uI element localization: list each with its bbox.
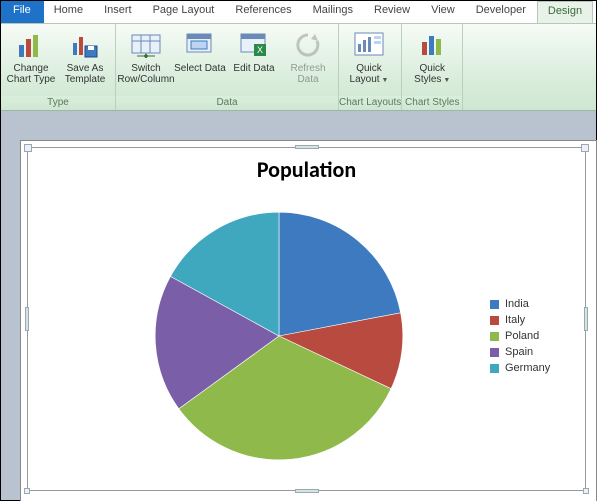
quick-layout-button[interactable]: Quick Layout▼	[343, 26, 395, 86]
save-as-template-button[interactable]: Save As Template	[59, 26, 111, 85]
edit-data-label: Edit Data	[233, 63, 274, 74]
tab-page-layout[interactable]: Page Layout	[143, 1, 226, 23]
ribbon-group-chart-styles: Quick Styles▼ Chart Styles	[402, 24, 463, 110]
edit-data-icon: X	[238, 29, 270, 61]
group-label-type: Type	[1, 96, 115, 110]
chevron-down-icon: ▼	[382, 77, 389, 84]
quick-styles-icon	[416, 29, 448, 61]
switch-row-column-button[interactable]: Switch Row/Column	[120, 26, 172, 85]
tab-insert[interactable]: Insert	[94, 1, 143, 23]
tab-view[interactable]: View	[421, 1, 466, 23]
group-label-chart-styles: Chart Styles	[402, 96, 462, 110]
tab-references[interactable]: References	[225, 1, 302, 23]
chart-type-icon	[15, 29, 47, 61]
svg-text:X: X	[257, 45, 263, 55]
tab-design[interactable]: Design	[537, 1, 593, 23]
legend-item-spain[interactable]: Spain	[490, 346, 579, 358]
legend-item-germany[interactable]: Germany	[490, 362, 579, 374]
legend-label: Poland	[505, 330, 539, 342]
legend-swatch	[490, 300, 499, 309]
tab-home[interactable]: Home	[44, 1, 94, 23]
ribbon: Change Chart Type Save As Template Type …	[1, 23, 596, 111]
legend-label: Germany	[505, 362, 550, 374]
group-label-data: Data	[116, 96, 338, 110]
tab-mailings[interactable]: Mailings	[303, 1, 364, 23]
legend-label: India	[505, 298, 529, 310]
select-data-icon	[184, 29, 216, 61]
legend-swatch	[490, 348, 499, 357]
quick-styles-label: Quick Styles▼	[406, 63, 458, 86]
quick-styles-button[interactable]: Quick Styles▼	[406, 26, 458, 86]
ribbon-group-type: Change Chart Type Save As Template Type	[1, 24, 116, 110]
change-chart-type-label: Change Chart Type	[5, 63, 57, 85]
legend-label: Italy	[505, 314, 525, 326]
tab-developer[interactable]: Developer	[466, 1, 537, 23]
tab-strip: File Home Insert Page Layout References …	[1, 1, 596, 23]
chart-title[interactable]: Population	[28, 148, 585, 185]
change-chart-type-button[interactable]: Change Chart Type	[5, 26, 57, 85]
chart-object[interactable]: Population India Italy Poland Spain Germany	[27, 147, 586, 491]
document-area: Population India Italy Poland Spain Germany	[1, 111, 596, 500]
legend-swatch	[490, 364, 499, 373]
legend-swatch	[490, 332, 499, 341]
save-as-template-label: Save As Template	[59, 63, 111, 85]
quick-layout-label: Quick Layout▼	[343, 63, 395, 86]
edit-data-button[interactable]: X Edit Data	[228, 26, 280, 74]
legend-swatch	[490, 316, 499, 325]
tab-review[interactable]: Review	[364, 1, 421, 23]
legend-label: Spain	[505, 346, 533, 358]
chart-legend[interactable]: India Italy Poland Spain Germany	[490, 294, 585, 378]
legend-item-india[interactable]: India	[490, 298, 579, 310]
tab-file[interactable]: File	[1, 1, 44, 23]
pie-chart[interactable]	[149, 206, 409, 466]
quick-layout-icon	[353, 29, 385, 61]
refresh-icon	[292, 29, 324, 61]
page: Population India Italy Poland Spain Germany	[21, 141, 596, 501]
ribbon-group-data: Switch Row/Column Select Data X Edit Dat…	[116, 24, 339, 110]
ribbon-group-chart-layouts: Quick Layout▼ Chart Layouts	[339, 24, 402, 110]
select-data-label: Select Data	[174, 63, 226, 74]
legend-item-poland[interactable]: Poland	[490, 330, 579, 342]
refresh-data-button: Refresh Data	[282, 26, 334, 85]
save-template-icon	[69, 29, 101, 61]
refresh-data-label: Refresh Data	[282, 63, 334, 85]
select-data-button[interactable]: Select Data	[174, 26, 226, 74]
group-label-chart-layouts: Chart Layouts	[339, 96, 401, 110]
legend-item-italy[interactable]: Italy	[490, 314, 579, 326]
chevron-down-icon: ▼	[443, 77, 450, 84]
switch-icon	[130, 29, 162, 61]
switch-row-column-label: Switch Row/Column	[117, 63, 174, 85]
